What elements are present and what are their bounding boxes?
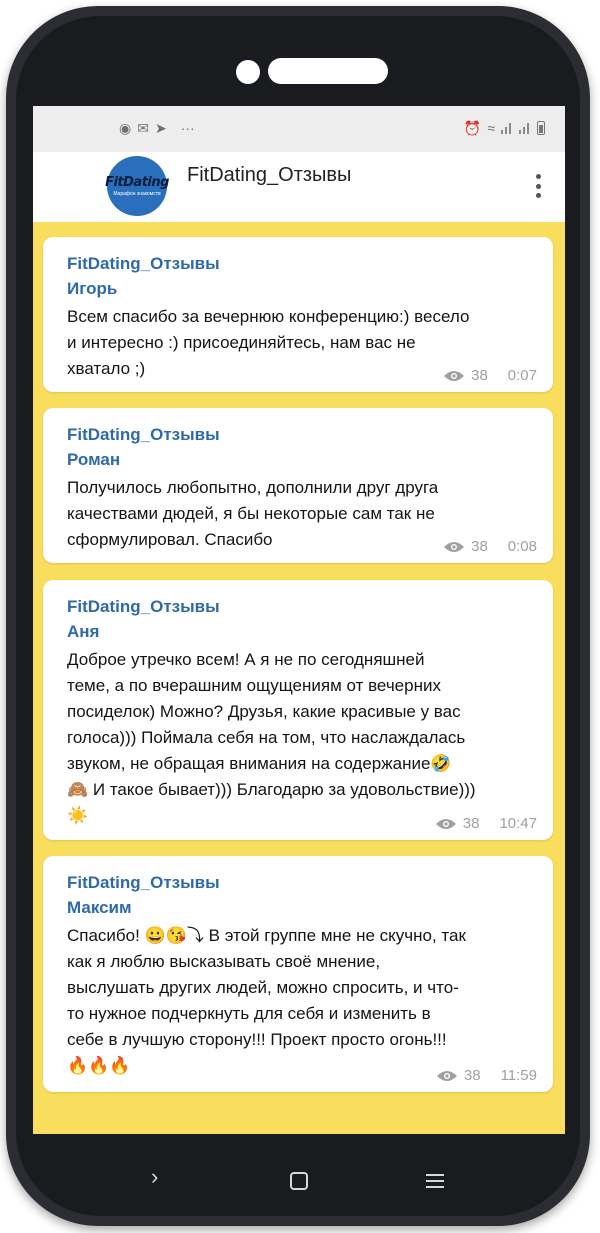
more-vert-icon[interactable]	[535, 174, 541, 198]
message-author: Максим	[67, 898, 132, 917]
view-count: 38	[462, 815, 480, 832]
message-text: Доброе утречко всем! А я не по сегодняшн…	[67, 650, 476, 825]
more-dots-icon: ···	[180, 120, 195, 136]
back-chevron-icon[interactable]: ›	[151, 1164, 158, 1190]
mail-icon: ✉	[137, 120, 149, 136]
eye-icon	[443, 541, 465, 553]
avatar-subtitle: Марафон знакомств	[113, 191, 161, 197]
message-channel[interactable]: FitDating_Отзывы	[67, 870, 539, 895]
chat-title[interactable]: FitDating_Отзывы	[187, 164, 351, 187]
view-count: 38	[471, 538, 488, 555]
message-meta: 38 0:07	[443, 367, 537, 384]
avatar-logo: FitDating	[105, 175, 169, 190]
alarm-icon: ⏰	[463, 120, 482, 136]
message-text: Спасибо! 😀😘⤵ В этой группе мне не скучно…	[67, 926, 466, 1075]
home-button-icon[interactable]	[290, 1172, 308, 1190]
view-count: 38	[463, 1067, 481, 1084]
message-card[interactable]: FitDating_Отзывы Игорь Всем спасибо за в…	[43, 237, 553, 392]
chat-header: FitDating Марафон знакомств FitDating_От…	[33, 152, 565, 222]
eye-icon	[436, 1070, 458, 1082]
message-card[interactable]: FitDating_Отзывы Роман Получилось любопы…	[43, 408, 553, 563]
view-count: 38	[471, 367, 488, 384]
telegram-icon: ➤	[154, 120, 167, 136]
battery-icon	[537, 121, 545, 135]
eye-icon	[435, 818, 457, 830]
channel-avatar[interactable]: FitDating Марафон знакомств	[105, 156, 169, 216]
front-camera	[236, 60, 260, 84]
message-card[interactable]: FitDating_Отзывы Максим Спасибо! 😀😘⤵ В э…	[43, 856, 553, 1092]
message-author: Игорь	[67, 279, 118, 298]
message-meta: 38 10:47	[435, 815, 537, 832]
message-channel[interactable]: FitDating_Отзывы	[67, 422, 539, 447]
eye-icon	[443, 370, 465, 382]
message-channel[interactable]: FitDating_Отзывы	[67, 251, 539, 276]
message-author: Аня	[67, 622, 100, 641]
front-sensor	[358, 60, 382, 84]
system-navbar: ›	[33, 1150, 565, 1210]
signal-icon	[501, 122, 513, 134]
message-time: 11:59	[500, 1067, 537, 1084]
message-author: Роман	[67, 450, 121, 469]
message-meta: 38 0:08	[443, 538, 537, 555]
message-time: 0:07	[507, 367, 537, 384]
status-bar: ◉ ✉ ➤ ··· ⏰ ≈	[33, 106, 565, 152]
menu-lines-icon[interactable]	[426, 1174, 444, 1188]
wifi-icon: ≈	[487, 120, 495, 136]
rss-icon: ◉	[119, 120, 132, 136]
phone-screen: ◉ ✉ ➤ ··· ⏰ ≈ FitDating Марафон знакомст…	[33, 106, 565, 1134]
message-time: 0:08	[507, 538, 537, 555]
message-channel[interactable]: FitDating_Отзывы	[67, 594, 539, 619]
message-card[interactable]: FitDating_Отзывы Аня Доброе утречко всем…	[43, 580, 553, 840]
message-meta: 38 11:59	[436, 1067, 537, 1084]
signal-icon	[519, 122, 531, 134]
message-time: 10:47	[499, 815, 537, 832]
